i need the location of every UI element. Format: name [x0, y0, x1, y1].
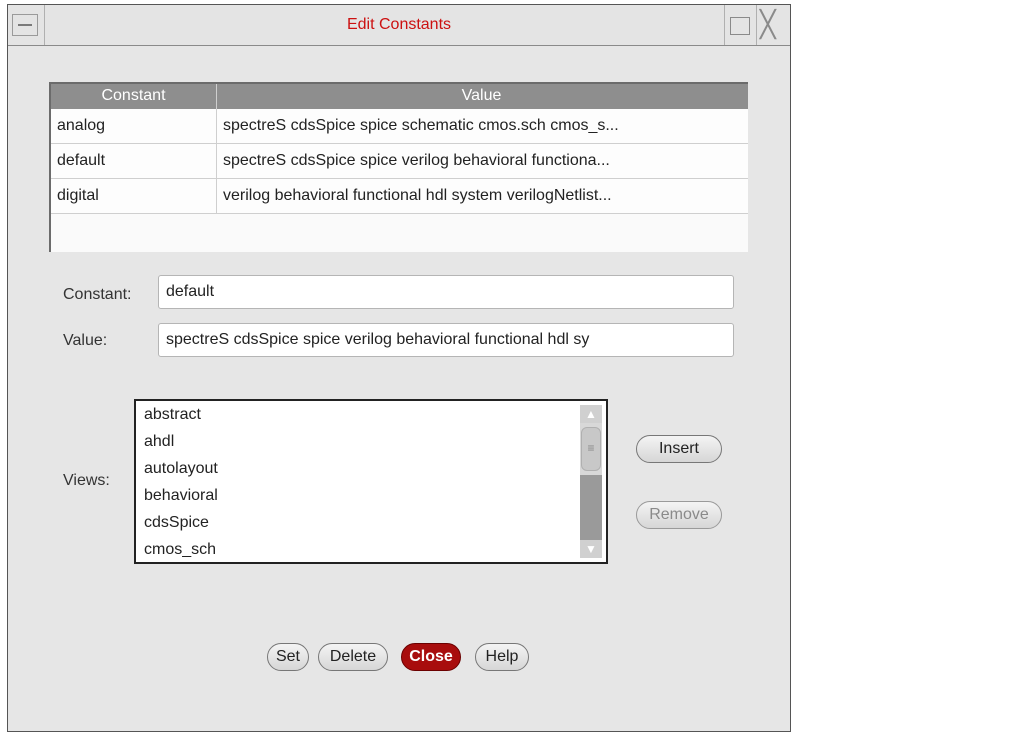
- close-button[interactable]: Close: [401, 643, 461, 671]
- delete-button[interactable]: Delete: [318, 643, 388, 671]
- views-scrollbar[interactable]: ▲ ≡ ▼: [580, 405, 602, 558]
- row-value-cell: verilog behavioral functional hdl system…: [223, 187, 612, 204]
- remove-button[interactable]: Remove: [636, 501, 722, 529]
- table-header: Constant Value: [51, 84, 748, 109]
- insert-button[interactable]: Insert: [636, 435, 722, 463]
- constant-label: Constant:: [63, 286, 132, 303]
- title-bar: Edit Constants ╳: [8, 5, 790, 46]
- constant-field[interactable]: default: [158, 275, 734, 309]
- list-item[interactable]: ahdl: [144, 430, 606, 457]
- scroll-down-icon[interactable]: ▼: [580, 540, 602, 558]
- close-window-icon[interactable]: ╳: [760, 11, 776, 37]
- table-row[interactable]: default spectreS cdsSpice spice verilog …: [51, 144, 748, 179]
- list-item[interactable]: cdsSpice: [144, 511, 606, 538]
- views-list[interactable]: abstract ahdl autolayout behavioral cdsS…: [134, 399, 608, 564]
- row-constant-cell: default: [51, 144, 217, 178]
- help-button[interactable]: Help: [475, 643, 529, 671]
- column-header-constant[interactable]: Constant: [51, 84, 217, 109]
- value-field[interactable]: spectreS cdsSpice spice verilog behavior…: [158, 323, 734, 357]
- list-item[interactable]: cmos_sch: [144, 538, 606, 565]
- views-label: Views:: [63, 472, 110, 489]
- scroll-track[interactable]: [580, 475, 602, 540]
- list-item[interactable]: behavioral: [144, 484, 606, 511]
- value-label: Value:: [63, 332, 108, 349]
- row-constant-cell: digital: [51, 179, 217, 213]
- window-title: Edit Constants: [346, 16, 452, 33]
- row-constant-cell: analog: [51, 109, 217, 143]
- row-value-cell: spectreS cdsSpice spice schematic cmos.s…: [223, 117, 619, 134]
- table-row[interactable]: digital verilog behavioral functional hd…: [51, 179, 748, 214]
- constants-table: Constant Value analog spectreS cdsSpice …: [49, 82, 748, 252]
- edit-constants-dialog: Edit Constants ╳ Constant Value analog s…: [7, 4, 791, 732]
- column-header-value[interactable]: Value: [217, 84, 746, 109]
- table-row[interactable]: analog spectreS cdsSpice spice schematic…: [51, 109, 748, 144]
- list-item[interactable]: autolayout: [144, 457, 606, 484]
- scroll-up-icon[interactable]: ▲: [580, 405, 602, 423]
- list-item[interactable]: abstract: [144, 403, 606, 430]
- row-value-cell: spectreS cdsSpice spice verilog behavior…: [223, 152, 610, 169]
- scroll-thumb[interactable]: ≡: [581, 427, 601, 471]
- title-bar-divider: [724, 5, 725, 45]
- title-bar-divider: [756, 5, 757, 45]
- maximize-icon[interactable]: [730, 17, 750, 35]
- set-button[interactable]: Set: [267, 643, 309, 671]
